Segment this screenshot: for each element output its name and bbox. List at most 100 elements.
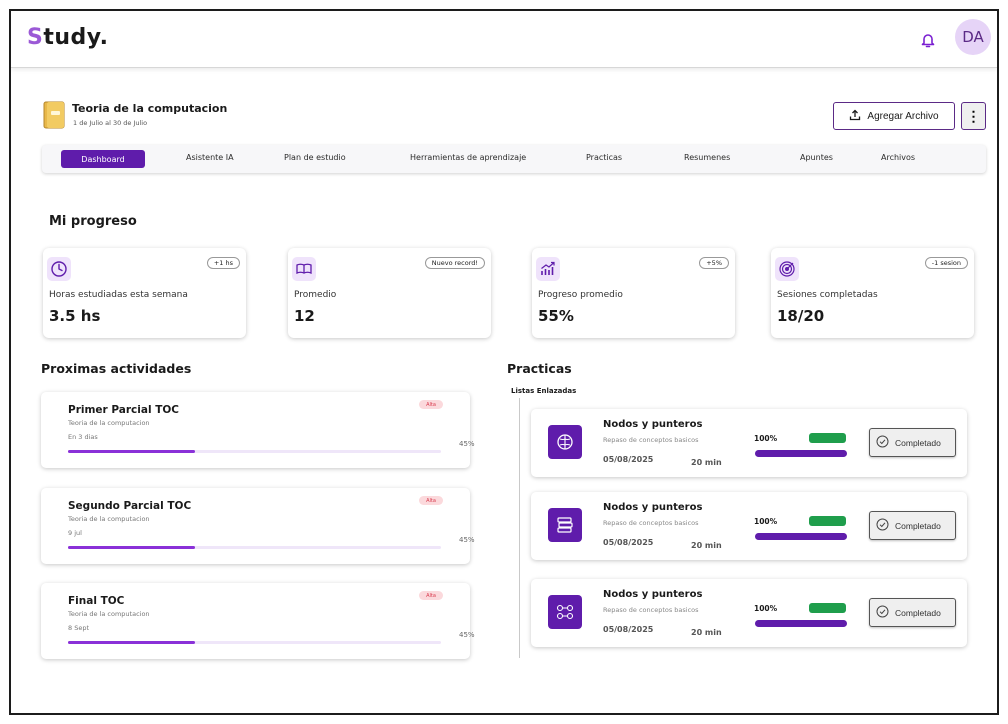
tab-resumenes[interactable]: Resumenes [684,153,730,162]
activity-percent: 45% [459,536,475,544]
success-indicator [809,603,846,613]
practicas-title: Practicas [507,361,572,376]
folder-icon [43,101,65,129]
stat-card-average: Nuevo record! Promedio 12 [288,248,491,338]
stat-card-sessions: -1 sesion Sesiones completadas 18/20 [771,248,974,338]
check-circle-icon [876,605,889,620]
activity-when: 8 Sept [68,624,90,632]
stat-badge: +1 hs [206,257,240,269]
stat-label: Progreso promedio [538,290,623,300]
activity-progress-bar [68,450,441,453]
tab-practicas[interactable]: Practicas [586,153,622,162]
completed-button[interactable]: Completado [869,511,956,540]
practice-percent: 100% [754,517,778,526]
book-icon [292,257,316,281]
add-file-button[interactable]: Agregar Archivo [833,102,955,130]
practice-duration: 20 min [691,458,722,467]
activity-progress-fill [68,450,195,453]
success-indicator [809,516,846,526]
course-nav: Dashboard Asistente IA Plan de estudio H… [42,145,986,173]
tab-archivos[interactable]: Archivos [881,153,915,162]
activity-course: Teoria de la computacion [68,515,150,523]
practice-duration: 20 min [691,628,722,637]
logo-text: tudy. [43,25,109,50]
stat-label: Sesiones completadas [777,290,878,300]
chart-up-icon [536,257,560,281]
activity-when: En 3 dias [68,433,98,441]
activity-percent: 45% [459,440,475,448]
practice-progress-bar [755,533,847,540]
completed-label: Completado [895,437,941,448]
practice-progress-fill [755,450,847,457]
activity-progress-bar [68,641,441,644]
tab-apuntes[interactable]: Apuntes [800,153,833,162]
timeline-divider [519,398,520,658]
practice-date: 05/08/2025 [603,455,654,464]
practice-date: 05/08/2025 [603,625,654,634]
avatar[interactable]: DA [955,19,991,55]
practice-title: Nodos y punteros [603,589,703,600]
activity-title: Segundo Parcial TOC [68,500,192,512]
practice-card[interactable]: Nodos y punteros Repaso de conceptos bas… [531,409,967,477]
activity-course: Teoria de la computacion [68,610,150,618]
activity-when: 9 jul [68,529,82,537]
clock-icon [47,257,71,281]
practice-progress-bar [755,450,847,457]
bell-icon[interactable] [919,31,937,49]
stat-value: 3.5 hs [49,307,101,325]
logo[interactable]: Study. [27,25,108,50]
stat-value: 18/20 [777,307,825,325]
stat-label: Promedio [294,290,337,300]
stat-badge: +5% [699,257,729,269]
activity-title: Final TOC [68,595,125,607]
completed-button[interactable]: Completado [869,598,956,627]
completed-label: Completado [895,607,941,618]
activity-course: Teoria de la computacion [68,419,150,427]
success-indicator [809,433,846,443]
practice-title: Nodos y punteros [603,502,703,513]
tab-dashboard[interactable]: Dashboard [61,150,145,168]
more-options-button[interactable]: ⋮ [961,102,986,130]
check-circle-icon [876,435,889,450]
tab-herramientas[interactable]: Herramientas de aprendizaje [410,153,526,162]
activity-title: Primer Parcial TOC [68,404,180,416]
top-bar: Study. DA [11,11,997,68]
stat-value: 55% [538,307,574,325]
practice-subtitle: Repaso de conceptos basicos [603,606,699,614]
practice-progress-fill [755,620,847,627]
priority-badge: Alta [419,496,443,505]
practice-subtitle: Repaso de conceptos basicos [603,436,699,444]
practice-progress-bar [755,620,847,627]
course-dates: 1 de Julio al 30 de Julio [73,119,148,127]
stat-badge: -1 sesion [924,257,968,269]
course-title: Teoria de la computacion [72,102,228,115]
practice-subtitle: Repaso de conceptos basicos [603,519,699,527]
priority-badge: Alta [419,591,443,600]
completed-label: Completado [895,520,941,531]
check-circle-icon [876,518,889,533]
tab-plan-de-estudio[interactable]: Plan de estudio [284,153,346,162]
stat-value: 12 [294,307,315,325]
stat-label: Horas estudiadas esta semana [49,290,188,300]
practice-percent: 100% [754,604,778,613]
activity-card[interactable]: Segundo Parcial TOC Teoria de la computa… [41,488,475,564]
activity-percent: 45% [459,631,475,639]
activity-progress-fill [68,546,195,549]
upload-icon [849,109,861,124]
activity-progress-fill [68,641,195,644]
tab-asistente-ia[interactable]: Asistente IA [186,153,234,162]
practice-duration: 20 min [691,541,722,550]
practice-card[interactable]: Nodos y punteros Repaso de conceptos bas… [531,579,967,647]
app-window: Study. DA Teoria de la computacion 1 de … [9,9,999,715]
practice-card[interactable]: Nodos y punteros Repaso de conceptos bas… [531,492,967,560]
practice-progress-fill [755,533,847,540]
practice-percent: 100% [754,434,778,443]
completed-button[interactable]: Completado [869,428,956,457]
flow-icon [548,595,582,629]
activity-card[interactable]: Final TOC Teoria de la computacion 8 Sep… [41,583,475,659]
brain-icon [548,425,582,459]
progress-title: Mi progreso [49,214,137,229]
practice-date: 05/08/2025 [603,538,654,547]
activities-title: Proximas actividades [41,361,192,376]
activity-card[interactable]: Primer Parcial TOC Teoria de la computac… [41,392,475,468]
